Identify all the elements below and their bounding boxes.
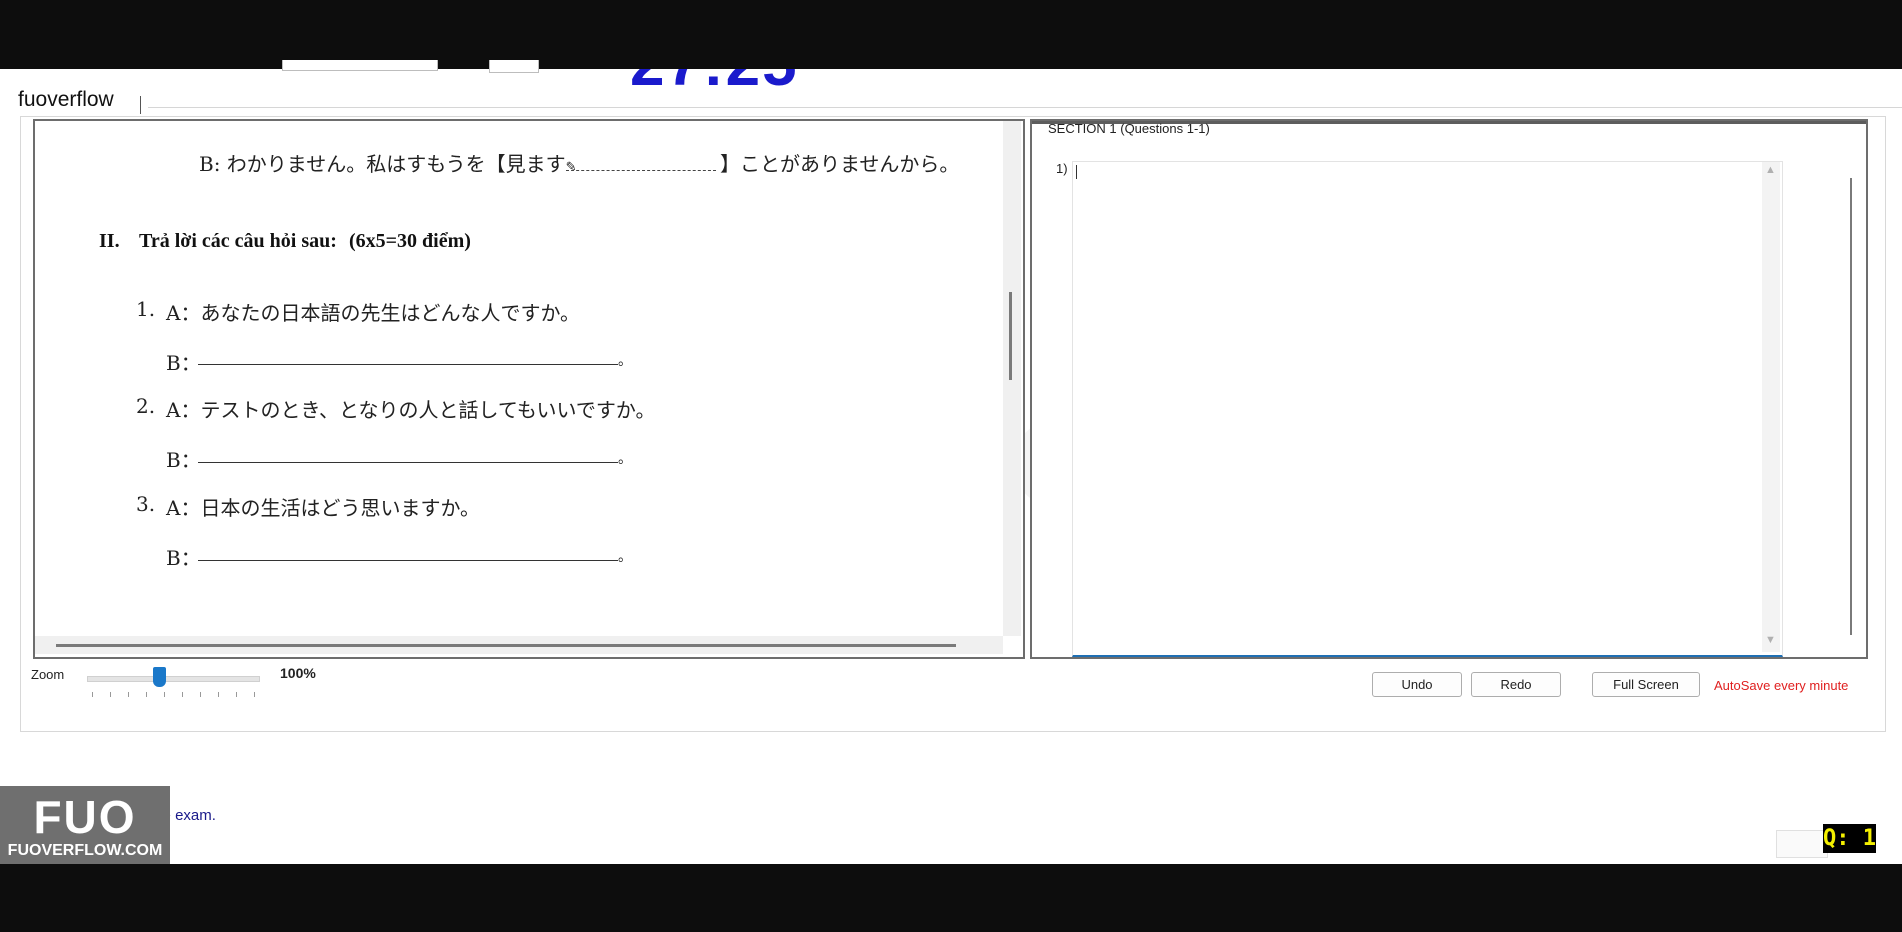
- answer-blank-line: [198, 560, 618, 561]
- scroll-down-arrow-icon[interactable]: ▼: [1765, 634, 1776, 646]
- answer-end: 。: [618, 451, 632, 467]
- question-number: 3.: [136, 492, 156, 516]
- text-caret: [1076, 165, 1077, 179]
- header-divider: [140, 96, 141, 114]
- section-points: (6x5=30 điểm): [349, 230, 471, 252]
- zoom-tick: [110, 692, 111, 697]
- zoom-tick: [218, 692, 219, 697]
- question-viewer[interactable]: [33, 119, 1025, 659]
- answer-end: 。: [618, 353, 632, 369]
- scroll-up-arrow-icon[interactable]: ▲: [1765, 164, 1776, 176]
- answer-label: B：: [166, 546, 201, 570]
- autosave-notice: AutoSave every minute: [1714, 678, 1849, 693]
- answer-blank-dashed: [566, 170, 716, 171]
- question-prompt: A：日本の生活はどう思いますか。: [166, 496, 481, 520]
- fuo-logo: FUO FUOVERFLOW.COM: [0, 786, 170, 864]
- question-line-b-end: 】ことがありませんから。: [720, 152, 960, 176]
- section-heading: Trả lời các câu hỏi sau:: [139, 230, 337, 252]
- answer-textarea[interactable]: [1072, 161, 1783, 657]
- undo-button[interactable]: Undo: [1372, 672, 1462, 697]
- header-rule: [148, 107, 1902, 108]
- answer-question-number: 1): [1056, 161, 1068, 176]
- zoom-slider-thumb[interactable]: [152, 667, 166, 687]
- logo-site-text: FUOVERFLOW.COM: [7, 842, 163, 859]
- letterbox-bottom: [0, 864, 1902, 932]
- answer-blank-line: [198, 364, 618, 365]
- answer-vertical-scrollbar[interactable]: [1762, 162, 1780, 652]
- zoom-tick: [200, 692, 201, 697]
- viewer-vertical-scroll-thumb[interactable]: [1009, 292, 1012, 380]
- zoom-tick: [164, 692, 165, 697]
- question-number: 1.: [136, 297, 156, 321]
- zoom-tick: [128, 692, 129, 697]
- section-number: II.: [99, 230, 120, 252]
- zoom-value: 100%: [280, 665, 316, 681]
- answer-end: 。: [618, 549, 632, 565]
- zoom-label: Zoom: [31, 667, 65, 682]
- full-screen-button[interactable]: Full Screen: [1592, 672, 1700, 697]
- answer-label: B：: [166, 351, 201, 375]
- redo-button[interactable]: Redo: [1471, 672, 1561, 697]
- question-counter-badge: Q: 1: [1823, 824, 1876, 853]
- exam-timer: 27:25: [630, 69, 810, 87]
- logo-text: FUO: [33, 791, 137, 843]
- answer-label: B：: [166, 448, 201, 472]
- zoom-tick: [254, 692, 255, 697]
- zoom-slider-ticks: [92, 692, 255, 698]
- answer-blank-line: [198, 462, 618, 463]
- zoom-slider-track[interactable]: [87, 676, 260, 682]
- viewer-horizontal-scroll-thumb[interactable]: [56, 644, 956, 647]
- letterbox-top: [0, 0, 1902, 69]
- panel-scroll-thumb[interactable]: [1850, 178, 1852, 635]
- zoom-tick: [182, 692, 183, 697]
- next-button[interactable]: [1776, 830, 1828, 858]
- pencil-icon: ✎: [565, 160, 577, 175]
- viewer-vertical-scrollbar[interactable]: [1003, 121, 1021, 636]
- zoom-tick: [146, 692, 147, 697]
- username-label: fuoverflow: [18, 88, 114, 111]
- section-title: SECTION 1 (Questions 1-1): [1048, 121, 1210, 136]
- clipped-button[interactable]: [489, 60, 539, 73]
- zoom-tick: [236, 692, 237, 697]
- question-prompt: A：あなたの日本語の先生はどんな人ですか。: [166, 301, 581, 325]
- question-prompt: A：テストのとき、となりの人と話してもいいですか。: [166, 398, 656, 422]
- question-number: 2.: [136, 394, 156, 418]
- question-line-b: B: わかりません。私はすもうを【見ます✎: [199, 152, 577, 176]
- zoom-tick: [92, 692, 93, 697]
- clipped-dropdown[interactable]: [282, 60, 438, 71]
